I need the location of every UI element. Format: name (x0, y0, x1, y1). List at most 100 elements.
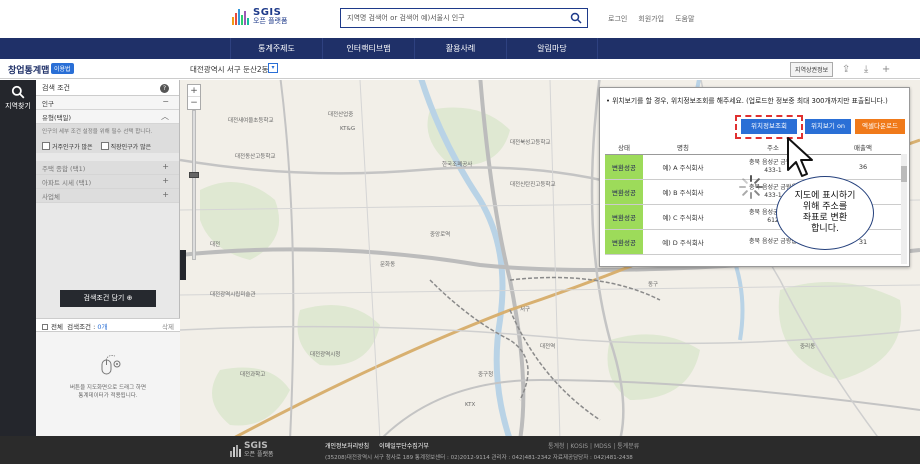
footer-related-links[interactable]: 통계청 | KOSIS | MDSS | 통계분류 (548, 441, 639, 450)
condition-count: 0개 (97, 323, 108, 331)
search-icon (11, 85, 25, 99)
search-input[interactable] (341, 9, 561, 27)
map-label: 동구 (648, 282, 659, 288)
explanation-callout: 지도에 표시하기 위해 주소를 좌표로 변환 합니다. (776, 176, 874, 250)
condition-note: 인구의 세부 조건 설정을 위해 필수 선택 합니다. (36, 124, 179, 140)
cursor-pointer-icon (787, 137, 813, 177)
housing-row[interactable]: 주택 종합 (택1) + (36, 161, 179, 175)
map-label: 대전광역시립미술관 (210, 292, 256, 298)
help-icon[interactable]: ? (160, 84, 169, 93)
logo-main-text: SGIS (253, 7, 282, 18)
zoom-in-button[interactable]: + (188, 85, 200, 97)
location-view-button[interactable]: 위치보기 on (805, 119, 851, 134)
nav-item-notice[interactable]: 알림마당 (506, 38, 598, 59)
business-row[interactable]: 사업체 + (36, 189, 179, 203)
main-nav: 통계주제도 인터랙티브맵 활용사례 알림마당 (0, 38, 920, 59)
select-all-label: 전체 (51, 323, 63, 331)
map-label: 대전광역시청 (310, 352, 341, 358)
map-label: 대전산업중 (328, 112, 354, 118)
plus-icon[interactable]: + (162, 176, 169, 185)
plus-icon[interactable]: + (162, 162, 169, 171)
footer-logo: SGIS 오픈 플랫폼 (230, 442, 274, 459)
save-condition-button[interactable]: 검색조건 담기 ⊕ (60, 290, 156, 307)
apartment-row[interactable]: 아파트 시세 (택1) + (36, 175, 179, 189)
share-icon[interactable]: ⇪ (839, 63, 853, 77)
col-sales: 매출액 (823, 140, 903, 155)
callout-line-2: 위해 주소를 (802, 202, 848, 212)
callout-line-3: 좌표로 변환 (802, 213, 848, 223)
drag-instructions-line-1: 버튼을 지도화면으로 드래그 하면 (69, 385, 147, 391)
map-label: 대전역 (540, 344, 556, 350)
map-label: 중리동 (800, 344, 816, 350)
search-box (340, 8, 588, 28)
map-label: 대전신탄진고등학교 (510, 182, 556, 188)
apartment-label: 아파트 시세 (택1) (42, 179, 92, 187)
name-cell: 예) D 주식회사 (643, 229, 723, 255)
zoom-control: + − (187, 84, 201, 110)
chevron-up-icon[interactable]: ︿ (161, 111, 169, 122)
col-name: 명칭 (643, 140, 723, 155)
coordinate-lookup-button[interactable]: 위치정보조회 (741, 119, 797, 134)
business-label: 사업체 (42, 193, 60, 201)
email-policy-link[interactable]: 이메일무단수집거부 (379, 441, 429, 450)
area-search-button[interactable]: 지역찾기 (0, 82, 36, 112)
plus-icon[interactable]: + (162, 190, 169, 199)
map-label: 서구 (520, 307, 531, 313)
nav-item-theme-map[interactable]: 통계주제도 (230, 38, 322, 59)
add-icon[interactable]: + (879, 63, 893, 77)
map-label: 대전과학고 (240, 372, 266, 378)
plus-circle-icon: ⊕ (126, 294, 133, 302)
nav-item-interactive-map[interactable]: 인터랙티브맵 (322, 38, 414, 59)
table-scrollbar[interactable] (901, 154, 907, 264)
top-links: 로그인 회원가입 도움말 (608, 14, 694, 24)
search-icon[interactable] (570, 12, 582, 24)
loading-spinner-icon (739, 175, 763, 199)
population-row[interactable]: 인구 − (36, 96, 179, 110)
worker-checkbox[interactable]: 직장인구가 많은 (101, 142, 152, 151)
minus-icon[interactable]: − (162, 97, 169, 106)
logo-bars-icon (232, 9, 249, 25)
selected-conditions-header: 전체 검색조건 : 0개 삭제 (36, 318, 180, 332)
footer-logo-main: SGIS (244, 441, 268, 451)
type-row[interactable]: 유형(택일) ︿ (36, 110, 179, 124)
nav-item-use-cases[interactable]: 활용사례 (414, 38, 506, 59)
map-label: 대전새여울초등학교 (228, 118, 274, 124)
excel-download-button[interactable]: 엑셀다운로드 (855, 119, 905, 134)
login-link[interactable]: 로그인 (608, 14, 627, 24)
footer: SGIS 오픈 플랫폼 개인정보처리방침 이메일무단수집거부 (35208)대전… (0, 436, 920, 464)
help-link[interactable]: 도움말 (675, 14, 694, 24)
save-condition-label: 검색조건 담기 (83, 294, 125, 302)
sgis-logo[interactable]: SGIS 오픈 플랫폼 (232, 8, 287, 26)
population-checks: 거주인구가 많은 직장인구가 많은 (36, 140, 179, 153)
left-icon-bar: 지역찾기 (0, 80, 36, 436)
chevron-down-icon[interactable]: ▾ (268, 63, 278, 73)
download-icon[interactable]: ⤓ (859, 63, 873, 77)
area-info-button[interactable]: 지역상권정보 (790, 62, 834, 77)
location-breadcrumb: 대전광역시 서구 둔산2동 (190, 65, 269, 74)
condition-count-label: 검색조건 : (67, 323, 96, 331)
drop-area[interactable]: 버튼을 지도화면으로 드래그 하면 통계데이터가 적용됩니다. (36, 332, 180, 436)
zoom-out-button[interactable]: − (188, 97, 200, 109)
drag-instructions: 버튼을 지도화면으로 드래그 하면 통계데이터가 적용됩니다. (44, 384, 172, 400)
area-search-label: 지역찾기 (5, 102, 31, 110)
resident-checkbox[interactable]: 거주인구가 많은 (42, 142, 93, 151)
footer-logo-bars-icon (230, 444, 241, 457)
privacy-link[interactable]: 개인정보처리방침 (325, 441, 369, 450)
panel-collapse-handle[interactable] (180, 250, 186, 280)
zoom-slider-track[interactable] (192, 110, 196, 260)
status-cell: 변환성공 (605, 229, 643, 255)
guide-badge[interactable]: 이용법 (51, 63, 74, 74)
title-bar: 창업통계맵 이용법 대전광역시 서구 둔산2동 ▾ 지역상권정보 ⇪ ⤓ + (0, 59, 920, 79)
select-all-checkbox[interactable] (42, 324, 48, 330)
delete-button[interactable]: 삭제 (162, 321, 174, 331)
footer-logo-sub: 오픈 플랫폼 (244, 451, 274, 458)
collapsed-list: 주택 종합 (택1) + 아파트 시세 (택1) + 사업체 + (36, 161, 179, 203)
signup-link[interactable]: 회원가입 (638, 14, 664, 24)
map-label: 문화동 (380, 262, 396, 268)
status-cell: 변환성공 (605, 179, 643, 205)
name-cell: 예) A 주식회사 (643, 154, 723, 180)
zoom-slider-handle[interactable] (189, 172, 199, 178)
header: SGIS 오픈 플랫폼 로그인 회원가입 도움말 (0, 0, 920, 38)
housing-label: 주택 종합 (택1) (42, 165, 86, 173)
sales-cell: 36 (823, 154, 903, 180)
